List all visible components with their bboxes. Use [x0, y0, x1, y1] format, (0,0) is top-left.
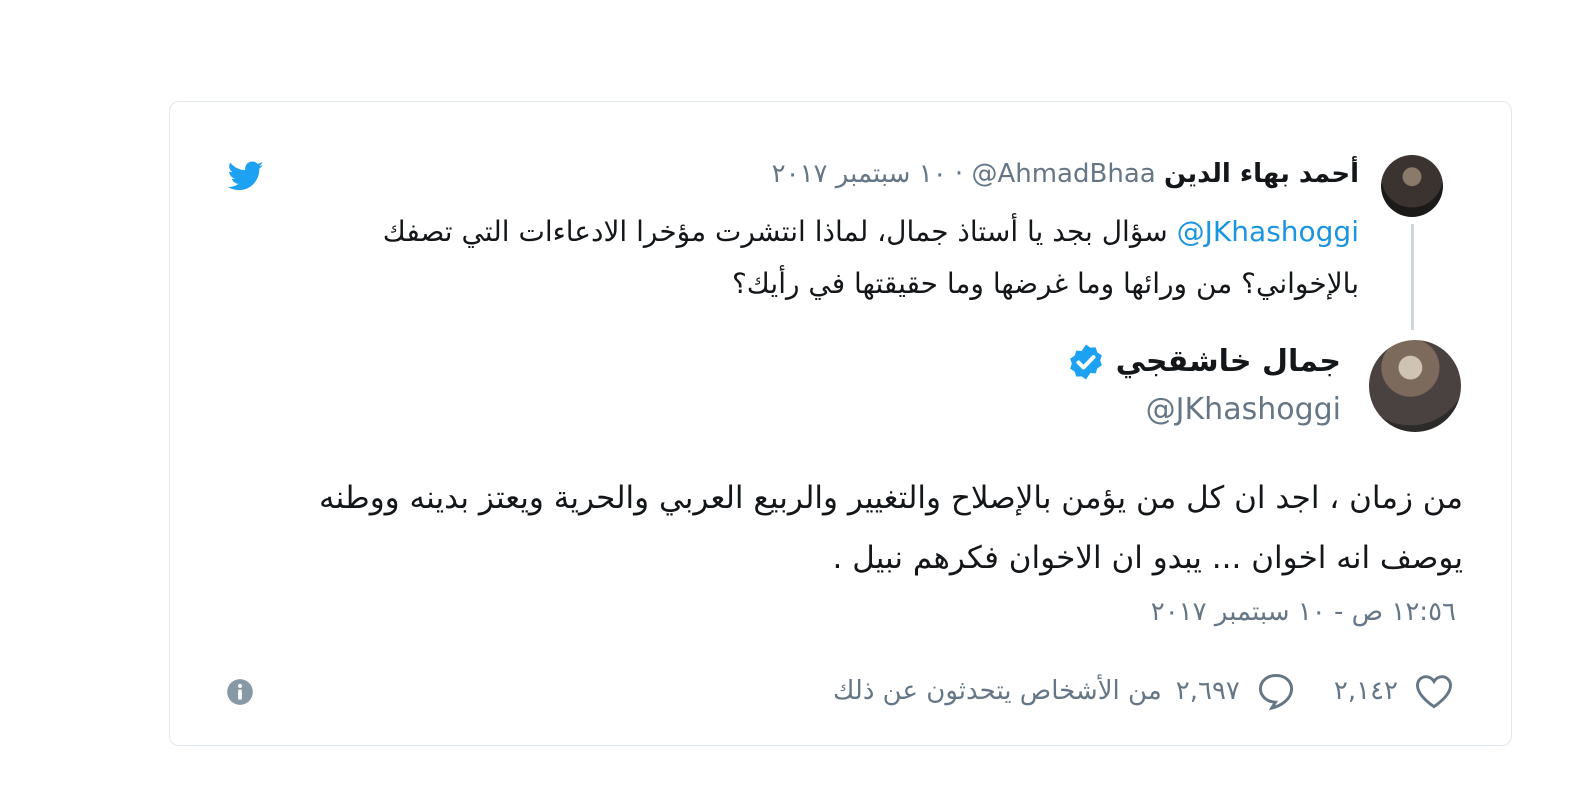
- talking-count[interactable]: ٢,٦٩٧: [1176, 676, 1240, 706]
- verified-badge-icon: [1069, 344, 1102, 380]
- thread-connector-line: [1411, 224, 1414, 330]
- tweet-timestamp[interactable]: ١٢:٥٦ ص - ١٠ سبتمبر ٢٠١٧: [1151, 592, 1456, 632]
- main-author-handle[interactable]: @JKhashoggi: [1146, 390, 1341, 430]
- info-icon[interactable]: [226, 678, 254, 706]
- parent-author-handle[interactable]: @AhmadBhaa: [971, 159, 1155, 189]
- main-author-name[interactable]: جمال خاشقجي: [1116, 340, 1341, 384]
- like-count[interactable]: ٢,١٤٢: [1334, 676, 1398, 706]
- main-author-avatar[interactable]: [1369, 340, 1461, 432]
- heart-icon[interactable]: [1412, 669, 1456, 713]
- parent-tweet-header: أحمد بهاء الدين @AhmadBhaa · ١٠ سبتمبر ٢…: [772, 156, 1359, 192]
- main-author-name-row[interactable]: جمال خاشقجي: [1066, 340, 1341, 384]
- parent-author-name[interactable]: أحمد بهاء الدين: [1164, 159, 1359, 189]
- parent-tweet-text: @JKhashoggi سؤال بجد يا أستاذ جمال، لماذ…: [319, 206, 1359, 310]
- speech-bubble-icon[interactable]: [1254, 669, 1298, 713]
- parent-author-avatar[interactable]: [1381, 155, 1443, 217]
- talking-label[interactable]: من الأشخاص يتحدثون عن ذلك: [833, 676, 1162, 706]
- tweet-actions: ٢,١٤٢ ٢,٦٩٧ من الأشخاص يتحدثون عن ذلك: [833, 668, 1456, 714]
- embedded-tweet-card: أحمد بهاء الدين @AhmadBhaa · ١٠ سبتمبر ٢…: [169, 101, 1512, 746]
- twitter-bird-icon[interactable]: [226, 158, 266, 194]
- mention-link[interactable]: @JKhashoggi: [1177, 215, 1359, 248]
- parent-tweet-date[interactable]: · ١٠ سبتمبر ٢٠١٧: [772, 159, 964, 189]
- main-tweet-text: من زمان ، اجد ان كل من يؤمن بالإصلاح وال…: [319, 480, 1463, 576]
